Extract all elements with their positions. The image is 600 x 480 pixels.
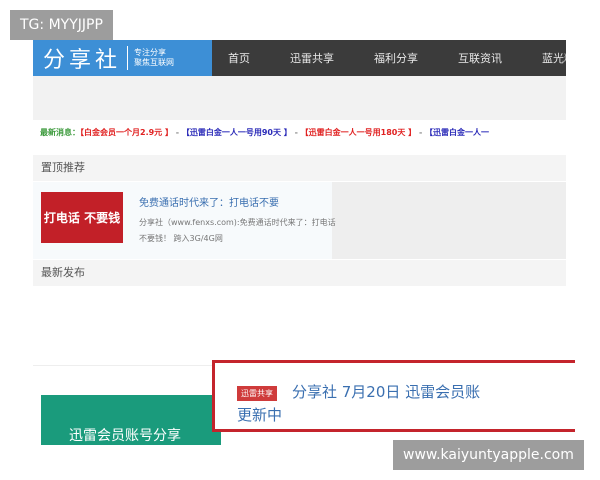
article-title-link-cont[interactable]: 更新中 xyxy=(237,404,282,425)
news-ticker: 最新消息：【白金会员一个月2.9元 】 - 【迅雷白金一人一号用90天 】 - … xyxy=(40,127,566,138)
nav-welfare[interactable]: 福利分享 xyxy=(374,50,418,66)
main-nav: 首页 迅雷共享 福利分享 互联资讯 蓝光精选 xyxy=(212,40,566,76)
nav-xunlei[interactable]: 迅雷共享 xyxy=(290,50,334,66)
watermark: www.kaiyuntyapple.com xyxy=(393,440,584,470)
banner-area xyxy=(33,76,566,120)
ticker-separator: - xyxy=(291,128,301,137)
ticker-separator: - xyxy=(172,128,182,137)
latest-header: 最新发布 xyxy=(33,260,566,286)
article-title-link[interactable]: 分享社 7月20日 迅雷会员账 xyxy=(292,381,480,402)
ticker-label: 最新消息： xyxy=(40,128,80,137)
pinned-description: 分享社（www.fenxs.com):免费通话时代来了：打电话不要钱！ 跨入3G… xyxy=(139,218,336,243)
watermark: TG: MYYJJPP xyxy=(10,10,113,40)
thumbnail-text: 迅雷会员账号分享 xyxy=(69,428,181,444)
pinned-thumbnail[interactable]: 打电话 不要钱 xyxy=(41,192,123,243)
logo-slogan: 专注分享 聚焦互联网 xyxy=(134,48,175,67)
category-tag[interactable]: 迅雷共享 xyxy=(237,386,277,401)
nav-bluray[interactable]: 蓝光精选 xyxy=(542,50,566,66)
pinned-title-link[interactable]: 免费通话时代来了：打电话不要 xyxy=(139,194,279,209)
nav-home[interactable]: 首页 xyxy=(228,50,250,66)
nav-news[interactable]: 互联资讯 xyxy=(458,50,502,66)
logo-divider xyxy=(127,46,129,70)
ticker-separator: - xyxy=(416,128,426,137)
ticker-item[interactable]: 【白金会员一个月2.9元 】 xyxy=(80,128,173,137)
site-logo[interactable]: 分享社 专注分享 聚焦互联网 xyxy=(33,40,212,76)
pinned-header: 置顶推荐 xyxy=(33,155,566,181)
logo-name: 分享社 xyxy=(43,48,122,73)
pinned-empty-area xyxy=(332,182,566,259)
article-thumbnail[interactable]: 迅雷会员账号分享 xyxy=(41,395,221,445)
latest-heading: 最新发布 xyxy=(41,266,85,279)
ticker-item[interactable]: 【迅雷白金一人一号用90天 】 xyxy=(182,128,292,137)
ticker-item[interactable]: 【迅雷白金一人一号用180天 】 xyxy=(301,128,416,137)
ticker-item[interactable]: 【迅雷白金一人一 xyxy=(425,128,489,137)
pinned-heading: 置顶推荐 xyxy=(41,161,85,174)
